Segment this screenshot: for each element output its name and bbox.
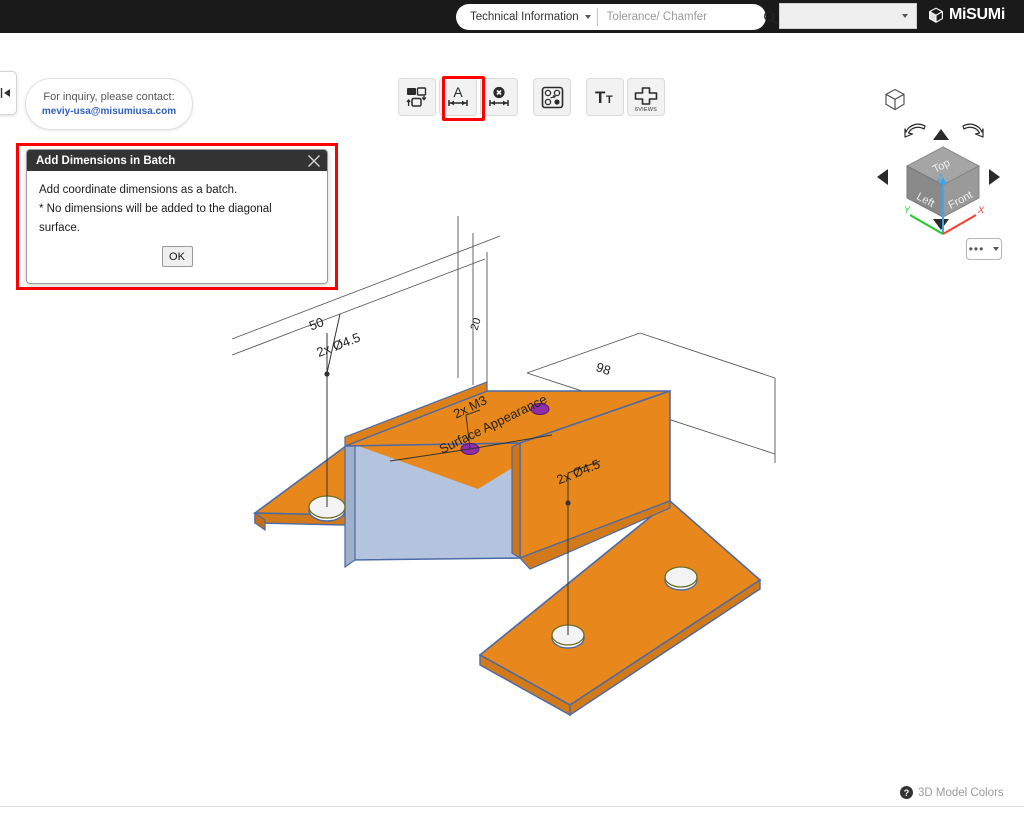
search-icon <box>763 10 778 24</box>
dim-98-label: 98 <box>594 359 613 378</box>
more-dots-label: ••• <box>968 242 985 256</box>
dialog-body: Add coordinate dimensions as a batch. * … <box>27 171 327 267</box>
viewer-canvas[interactable]: 50 2x Ø4.5 98 20 2x M3 Surface Appearanc… <box>0 33 1024 786</box>
cube-axis-y-label: Y <box>904 205 911 215</box>
dialog-title-bar: Add Dimensions in Batch <box>27 150 327 171</box>
rotate-left-arrow[interactable] <box>876 168 889 191</box>
dim-2x-d45-left-label: 2x Ø4.5 <box>314 330 362 360</box>
search-category-dropdown[interactable]: Technical Information <box>456 8 598 26</box>
svg-text:T: T <box>595 88 606 107</box>
text-size-tool-button[interactable]: T T <box>586 78 624 116</box>
hole-pattern-tool-button[interactable] <box>533 78 571 116</box>
dialog-ok-button[interactable]: OK <box>161 246 193 267</box>
dim-50-label: 50 <box>307 314 326 333</box>
hole-pattern-icon <box>541 86 563 108</box>
language-select[interactable] <box>779 3 917 29</box>
dialog-line-3: surface. <box>39 222 80 234</box>
search-bar: Technical Information <box>456 4 778 30</box>
view-navigation-widget: Top Left Front Y X Z ••• <box>868 83 1014 260</box>
view-cube[interactable]: Top Left Front Y X Z <box>896 141 991 246</box>
dialog-line-2: * No dimensions will be added to the dia… <box>39 203 272 215</box>
dialog-line-1: Add coordinate dimensions as a batch. <box>39 184 238 196</box>
3d-model-colors-link[interactable]: ? 3D Model Colors <box>900 786 1004 799</box>
toolbar-group-dimensions: A <box>398 78 518 116</box>
search-category-label: Technical Information <box>470 11 579 23</box>
top-bar: Technical Information MiSUMi <box>0 0 1024 33</box>
six-views-icon <box>634 87 658 105</box>
misumi-cube-logo <box>929 7 943 23</box>
3d-model-colors-label: 3D Model Colors <box>918 786 1004 799</box>
delete-dimensions-tool-button[interactable] <box>480 78 518 116</box>
move-dimension-icon <box>406 87 427 107</box>
collapse-panel-button[interactable] <box>0 71 17 115</box>
chevron-down-icon <box>584 15 591 19</box>
home-cube-icon[interactable] <box>884 88 906 117</box>
misumi-brand: MiSUMi <box>928 6 1005 24</box>
inquiry-email[interactable]: meviy-usa@misumiusa.com <box>42 106 176 117</box>
move-dimension-tool-button[interactable] <box>398 78 436 116</box>
six-views-label: 6VIEWS <box>635 107 657 113</box>
brand-name: MiSUMi <box>949 6 1005 23</box>
six-views-tool-button[interactable]: 6VIEWS <box>627 78 665 116</box>
cube-axis-z-label: Z <box>936 173 943 183</box>
collapse-panel-icon <box>0 88 10 98</box>
delete-dimension-icon <box>489 86 509 106</box>
search-input[interactable] <box>597 10 763 24</box>
view-options-button[interactable]: ••• <box>966 238 1002 260</box>
svg-text:T: T <box>606 94 613 106</box>
add-dimension-batch-icon: A <box>448 84 468 106</box>
inquiry-banner: For inquiry, please contact: meviy-usa@m… <box>25 78 193 130</box>
inquiry-line1: For inquiry, please contact: <box>43 91 175 103</box>
search-button[interactable] <box>763 4 778 30</box>
close-icon[interactable] <box>307 154 321 168</box>
text-size-icon: T T <box>595 88 613 107</box>
chevron-down-icon <box>993 247 1000 251</box>
chevron-down-icon <box>902 14 908 18</box>
toolbar-group-views: T T 6VIEWS <box>586 78 665 116</box>
dimension-toolbar: A T T 6VIEWS <box>398 78 665 116</box>
cube-axis-x-label: X <box>977 205 985 215</box>
bottom-divider <box>0 806 1024 807</box>
toolbar-group-holes <box>533 78 571 116</box>
question-mark-icon: ? <box>900 786 913 799</box>
add-dimensions-in-batch-tool-button[interactable]: A <box>439 78 477 116</box>
dialog-title-text: Add Dimensions in Batch <box>36 154 176 167</box>
svg-text:A: A <box>453 84 463 100</box>
dim-20-label: 20 <box>469 316 484 331</box>
add-dimensions-in-batch-dialog: Add Dimensions in Batch Add coordinate d… <box>26 149 328 284</box>
